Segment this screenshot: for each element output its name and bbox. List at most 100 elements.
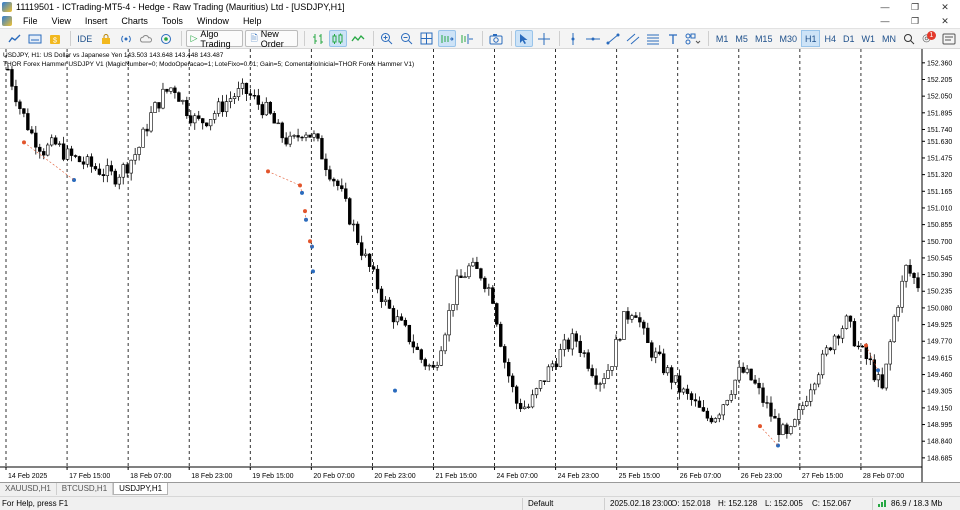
trendline-icon[interactable]	[604, 30, 622, 47]
timeframe-m5-button[interactable]: M5	[732, 30, 751, 47]
vertical-line-icon[interactable]	[564, 30, 582, 47]
menu-tools[interactable]: Tools	[155, 14, 190, 28]
menu-window[interactable]: Window	[190, 14, 236, 28]
shapes-icon[interactable]	[684, 30, 702, 47]
bull-candle	[212, 113, 217, 120]
bull-candle	[236, 88, 241, 98]
bear-candle	[860, 345, 865, 348]
fibonacci-icon[interactable]	[644, 30, 662, 47]
bear-candle	[765, 402, 769, 404]
signals-icon[interactable]	[117, 30, 135, 47]
bull-candle	[427, 364, 431, 367]
line-chart-icon[interactable]	[349, 30, 367, 47]
tab-usdjpy[interactable]: USDJPY,H1	[113, 483, 169, 495]
crosshair-icon[interactable]	[535, 30, 553, 47]
status-separator	[872, 498, 873, 510]
lock-icon[interactable]	[97, 30, 115, 47]
bear-candle	[566, 339, 570, 350]
account-icon[interactable]	[940, 30, 958, 47]
bull-candle	[117, 176, 121, 185]
bear-candle	[18, 101, 22, 109]
price-chart[interactable]: 152.360 152.205 152.050 151.895 151.740 151.6…	[0, 49, 960, 483]
tab-xauusd[interactable]: XAUUSD,H1	[0, 483, 57, 495]
close-button[interactable]: ✕	[930, 0, 960, 14]
toolbar-separator	[708, 31, 709, 46]
ide-button[interactable]: IDE	[75, 30, 95, 47]
bull-candle	[824, 347, 829, 355]
zoom-out-icon[interactable]	[398, 30, 416, 47]
bear-candle	[97, 168, 102, 175]
timeframe-m1-button[interactable]: M1	[713, 30, 732, 47]
notifications-button[interactable]: ◎ 1	[920, 30, 938, 47]
profiles-icon[interactable]	[26, 30, 44, 47]
search-icon[interactable]	[900, 30, 918, 47]
tile-windows-icon[interactable]	[418, 30, 436, 47]
time-axis-label: 27 Feb 15:00	[802, 473, 843, 480]
auto-scroll-icon[interactable]	[437, 30, 456, 47]
chart-restore-button[interactable]: ❐	[900, 14, 930, 28]
bear-candle	[574, 333, 578, 342]
cursor-icon[interactable]	[515, 30, 534, 47]
market-icon[interactable]: $	[46, 30, 64, 47]
timeframe-h1-button[interactable]: H1	[800, 30, 821, 47]
chart-close-button[interactable]: ✕	[930, 14, 960, 28]
bear-candle	[852, 321, 857, 347]
bear-candle	[423, 359, 427, 367]
horizontal-line-icon[interactable]	[584, 30, 602, 47]
zoom-in-icon[interactable]	[378, 30, 396, 47]
candlestick-chart[interactable]: 152.360 152.205 152.050 151.895 151.740 151.6…	[0, 49, 960, 483]
tab-btcusd[interactable]: BTCUSD,H1	[57, 483, 114, 495]
timeframe-mn-button[interactable]: MN	[879, 30, 899, 47]
bear-candle	[661, 353, 666, 374]
toolbar-separator	[304, 31, 305, 46]
algo-trading-button[interactable]: ▷ Algo Trading	[185, 29, 244, 49]
bear-candle	[542, 380, 547, 382]
bear-candle	[785, 424, 789, 434]
timeframe-h4-button[interactable]: H4	[821, 30, 839, 47]
expert-advisor-info: THOR Forex Hammer USDJPY V1 (MagicNumber…	[3, 61, 415, 68]
bull-candle	[801, 405, 805, 410]
bull-candle	[745, 368, 749, 373]
cloud-icon[interactable]	[137, 30, 155, 47]
bull-candle	[797, 409, 801, 420]
menu-charts[interactable]: Charts	[114, 14, 155, 28]
timeframe-m15-button[interactable]: M15	[752, 30, 776, 47]
bull-candle	[793, 419, 797, 427]
maximize-button[interactable]: ❐	[900, 0, 930, 14]
bull-candle	[65, 148, 70, 160]
price-axis-label: 150.235	[927, 289, 952, 296]
new-chart-icon[interactable]	[6, 30, 24, 47]
price-axis-label: 151.630	[927, 139, 952, 146]
bull-candle	[729, 394, 733, 401]
timeframe-w1-button[interactable]: W1	[859, 30, 879, 47]
menu-view[interactable]: View	[45, 14, 78, 28]
price-axis-label: 149.615	[927, 355, 952, 362]
timeframe-m30-button[interactable]: M30	[776, 30, 800, 47]
candlestick-chart-icon[interactable]	[328, 30, 347, 47]
screenshot-icon[interactable]	[487, 30, 505, 47]
vps-icon[interactable]	[157, 30, 175, 47]
timeframe-d1-button[interactable]: D1	[840, 30, 858, 47]
bear-candle	[554, 363, 559, 368]
time-axis-label: 18 Feb 07:00	[130, 473, 171, 480]
chart-minimize-button[interactable]: —	[870, 14, 900, 28]
minimize-button[interactable]: —	[870, 0, 900, 14]
text-tool-icon[interactable]	[664, 30, 682, 47]
chart-shift-icon[interactable]	[458, 30, 476, 47]
channel-icon[interactable]	[624, 30, 642, 47]
bear-candle	[495, 303, 499, 325]
bull-candle	[781, 424, 785, 435]
new-order-button[interactable]: 🗎 New Order	[245, 29, 299, 49]
toolbar-separator	[510, 31, 512, 46]
profile-name: Default	[528, 499, 554, 508]
menu-help[interactable]: Help	[236, 14, 269, 28]
menu-file[interactable]: File	[16, 14, 45, 28]
bar-chart-icon[interactable]	[309, 30, 327, 47]
toolbar-separator	[372, 31, 374, 46]
bull-candle	[888, 341, 892, 365]
price-axis-label: 151.165	[927, 189, 952, 196]
menu-insert[interactable]: Insert	[78, 14, 115, 28]
new-order-icon: 🗎	[250, 32, 258, 43]
bull-candle	[570, 333, 574, 350]
trade-line	[267, 171, 301, 186]
